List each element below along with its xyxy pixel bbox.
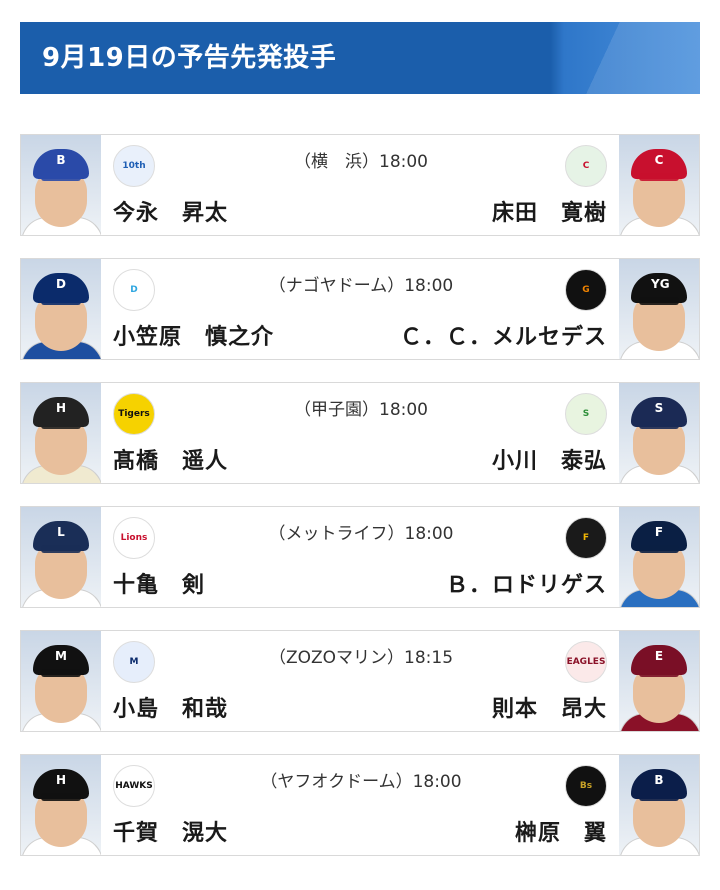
away-pitcher-photo[interactable]: B (619, 755, 699, 855)
venue-time: （横 浜）18:00 (294, 152, 428, 172)
cap-mark: E (654, 649, 664, 663)
away-pitcher-photo[interactable]: E (619, 631, 699, 731)
away-pitcher-photo[interactable]: F (619, 507, 699, 607)
away-pitcher-name[interactable]: 床田 寛樹 (492, 195, 607, 227)
home-pitcher-name[interactable]: 小笠原 慎之介 (113, 319, 274, 351)
cap-mark: YG (651, 277, 670, 291)
home-pitcher-name[interactable]: 髙橋 遥人 (113, 443, 228, 475)
page-title: 9月19日の予告先発投手 (42, 43, 337, 73)
home-pitcher-name[interactable]: 今永 昇太 (113, 195, 228, 227)
home-pitcher-name[interactable]: 小島 和哉 (113, 691, 228, 723)
cap-mark: C (654, 153, 664, 167)
cap-mark: L (57, 525, 65, 539)
away-pitcher-photo[interactable]: C (619, 135, 699, 235)
away-pitcher-photo[interactable]: YG (619, 259, 699, 359)
game-card[interactable]: H HAWKS 千賀 滉大 B Bs 榊原 翼（ヤフオクドーム）18:00 (20, 754, 700, 856)
away-pitcher-name[interactable]: 小川 泰弘 (492, 443, 607, 475)
cap-mark: F (654, 525, 664, 539)
home-pitcher-photo[interactable]: H (21, 383, 101, 483)
away-pitcher-name[interactable]: 榊原 翼 (515, 815, 607, 847)
cap-mark: H (55, 401, 67, 415)
page-header: 9月19日の予告先発投手 (20, 22, 700, 94)
home-pitcher-photo[interactable]: L (21, 507, 101, 607)
cap-mark: B (56, 153, 66, 167)
home-pitcher-photo[interactable]: M (21, 631, 101, 731)
away-pitcher-name[interactable]: Ｃ．Ｃ．メルセデス (400, 319, 607, 351)
home-pitcher-name[interactable]: 千賀 滉大 (113, 815, 228, 847)
venue-time: （ZOZOマリン）18:15 (268, 648, 454, 668)
cap-mark: B (654, 773, 664, 787)
home-pitcher-photo[interactable]: D (21, 259, 101, 359)
home-pitcher-photo[interactable]: H (21, 755, 101, 855)
away-pitcher-photo[interactable]: S (619, 383, 699, 483)
venue-time: （ナゴヤドーム）18:00 (268, 276, 454, 296)
game-card[interactable]: H Tigers 髙橋 遥人 S S 小川 泰弘 （甲子園）18:00 (20, 382, 700, 484)
home-pitcher-photo[interactable]: B (21, 135, 101, 235)
cap-mark: M (55, 649, 67, 663)
home-pitcher-name[interactable]: 十亀 剣 (113, 567, 205, 599)
game-card[interactable]: B 10th 今永 昇太 C C 床田 寛樹 （横 浜）18:00 (20, 134, 700, 236)
venue-time: （ヤフオクドーム）18:00 (260, 772, 462, 792)
venue-time: （甲子園）18:00 (294, 400, 428, 420)
away-pitcher-name[interactable]: Ｂ．ロドリゲス (446, 567, 607, 599)
venue-time: （メットライフ）18:00 (268, 524, 454, 544)
cap-mark: S (654, 401, 664, 415)
game-card[interactable]: M M 小島 和哉 E EAGLES 則本 昂大 （ZOZOマリン）18:15 (20, 630, 700, 732)
away-pitcher-name[interactable]: 則本 昂大 (492, 691, 607, 723)
game-card[interactable]: D D 小笠原 慎之介 YG G Ｃ．Ｃ．メルセデス （ナゴヤドーム）18:00 (20, 258, 700, 360)
cap-mark: D (56, 277, 66, 291)
cap-mark: H (55, 773, 67, 787)
game-card[interactable]: L Lions 十亀 剣 F F Ｂ．ロドリゲス （メットライフ）18:00 (20, 506, 700, 608)
header-decoration (550, 22, 700, 94)
